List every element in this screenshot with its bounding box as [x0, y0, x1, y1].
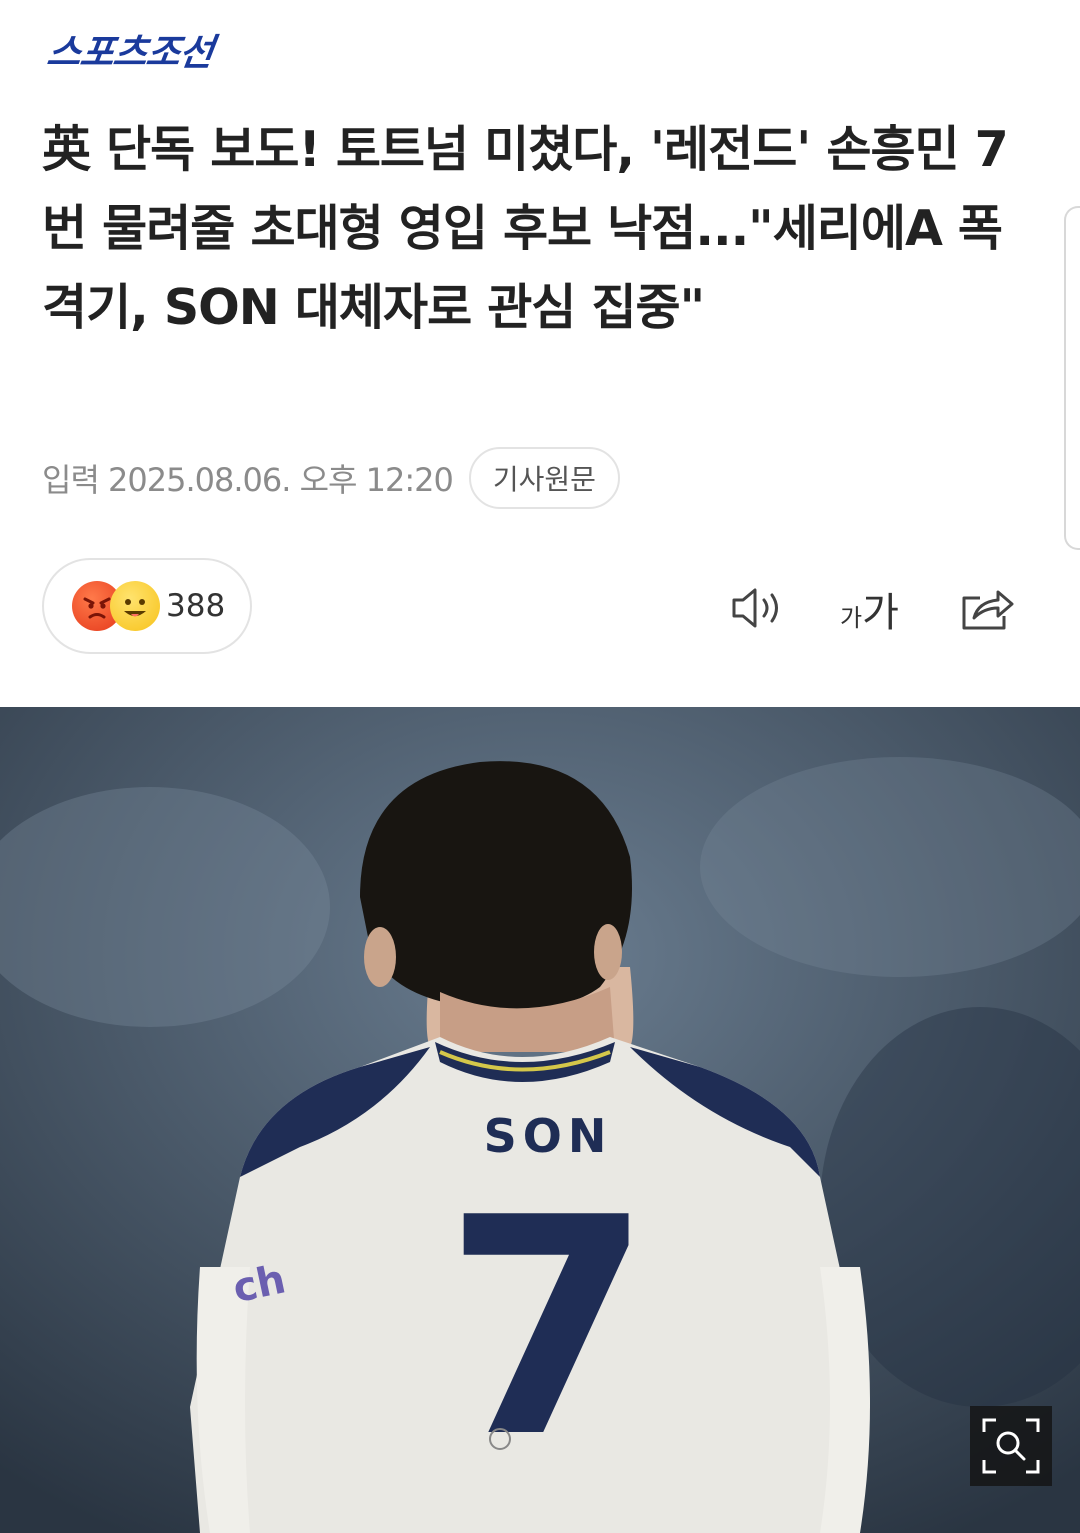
- reaction-button[interactable]: 388: [42, 558, 252, 654]
- photo-zoom-button[interactable]: [970, 1406, 1052, 1486]
- zoom-icon: [982, 1418, 1040, 1474]
- reaction-emojis: [72, 581, 162, 631]
- jersey-number: 7: [444, 1154, 653, 1503]
- reaction-count: 388: [166, 588, 226, 624]
- original-article-button[interactable]: 기사원문: [468, 447, 620, 509]
- font-small-glyph: 가: [840, 604, 863, 632]
- site-logo[interactable]: 스포츠조선: [44, 22, 217, 76]
- side-panel-handle[interactable]: [1064, 206, 1080, 550]
- article-date: 입력 2025.08.06. 오후 12:20: [42, 461, 454, 499]
- text-to-speech-button[interactable]: [728, 580, 788, 636]
- font-big-glyph: 가: [862, 590, 899, 636]
- player-photo-illustration: SON 7 ch: [0, 707, 1080, 1533]
- share-button[interactable]: [958, 580, 1018, 636]
- speaker-icon: [732, 588, 778, 628]
- article-photo[interactable]: SON 7 ch: [0, 707, 1080, 1533]
- font-size-button[interactable]: 가 가: [840, 580, 906, 636]
- smile-emoji-icon: [110, 581, 160, 631]
- article-headline: 英 단독 보도! 토트넘 미쳤다, '레전드' 손흥민 7번 물려줄 초대형 영…: [42, 121, 1009, 336]
- font-size-icon: 가 가: [840, 580, 906, 636]
- article-meta: 입력 2025.08.06. 오후 12:20 기사원문: [42, 446, 620, 510]
- share-icon: [962, 590, 1014, 630]
